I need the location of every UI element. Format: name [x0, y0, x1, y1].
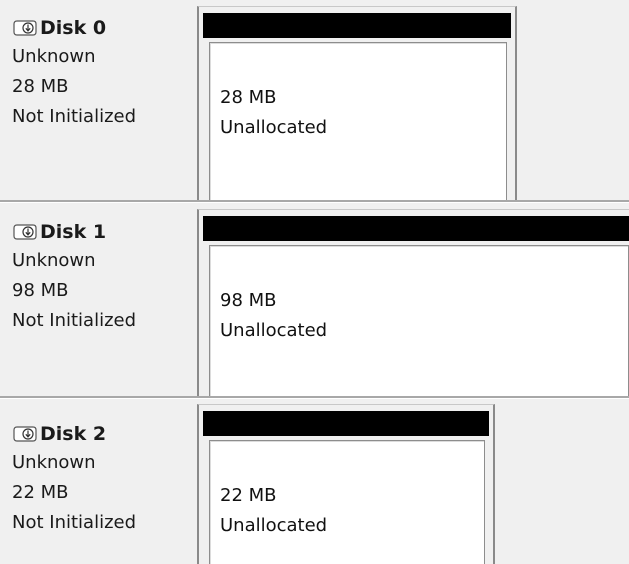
- disk-type-2: Unknown: [12, 452, 96, 473]
- partition-1[interactable]: 98 MB Unallocated: [197, 209, 629, 396]
- partition-label-2: Unallocated: [220, 515, 328, 536]
- disk-info-0[interactable]: Disk 0 Unknown 28 MB Not Initialized: [12, 14, 192, 132]
- partition-body-1[interactable]: 98 MB Unallocated: [209, 245, 629, 396]
- disk-row-1[interactable]: Disk 1 Unknown 98 MB Not Initialized 98 …: [0, 203, 629, 396]
- partition-text-0: 28 MB Unallocated: [220, 83, 327, 143]
- disk-size-0: 28 MB: [12, 76, 69, 97]
- partition-body-2[interactable]: 22 MB Unallocated: [209, 440, 485, 564]
- disk-drive-icon: [13, 224, 37, 240]
- disk-status-2: Not Initialized: [12, 512, 137, 533]
- disk-type-0: Unknown: [12, 46, 96, 67]
- partition-header-bar-0: [203, 13, 511, 38]
- disk-title-0: Disk 0: [12, 14, 192, 42]
- partition-label-1: Unallocated: [220, 320, 328, 341]
- disk-drive-icon: [13, 426, 37, 442]
- disk-size-1: 98 MB: [12, 280, 69, 301]
- partition-header-bar-2: [203, 411, 489, 436]
- disk-info-1[interactable]: Disk 1 Unknown 98 MB Not Initialized: [12, 218, 192, 336]
- partition-size-1: 98 MB: [220, 290, 277, 311]
- disk-status-1: Not Initialized: [12, 310, 137, 331]
- partition-size-0: 28 MB: [220, 87, 277, 108]
- disk-type-1: Unknown: [12, 250, 96, 271]
- partition-2[interactable]: 22 MB Unallocated: [197, 404, 495, 564]
- partition-header-bar-1: [203, 216, 629, 241]
- partition-label-0: Unallocated: [220, 117, 328, 138]
- disk-title-2: Disk 2: [12, 420, 192, 448]
- partition-size-2: 22 MB: [220, 485, 277, 506]
- disk-size-2: 22 MB: [12, 482, 69, 503]
- disk-title-label-0: Disk 0: [40, 17, 107, 39]
- disk-row-0[interactable]: Disk 0 Unknown 28 MB Not Initialized 28 …: [0, 0, 629, 200]
- disk-drive-icon: [13, 20, 37, 36]
- partition-text-2: 22 MB Unallocated: [220, 481, 327, 541]
- disk-title-label-1: Disk 1: [40, 221, 107, 243]
- disk-row-2[interactable]: Disk 2 Unknown 22 MB Not Initialized 22 …: [0, 399, 629, 564]
- disk-title-1: Disk 1: [12, 218, 192, 246]
- disk-title-label-2: Disk 2: [40, 423, 107, 445]
- disk-info-2[interactable]: Disk 2 Unknown 22 MB Not Initialized: [12, 420, 192, 538]
- partition-text-1: 98 MB Unallocated: [220, 286, 327, 346]
- partition-body-0[interactable]: 28 MB Unallocated: [209, 42, 507, 200]
- partition-0[interactable]: 28 MB Unallocated: [197, 6, 517, 200]
- disk-status-0: Not Initialized: [12, 106, 137, 127]
